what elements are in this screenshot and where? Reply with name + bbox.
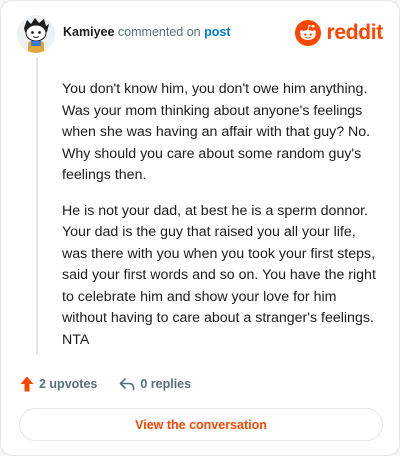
brand-name: reddit [326,21,383,44]
avatar-image [17,15,55,53]
post-link[interactable]: post [204,25,230,39]
thread-line [36,57,38,355]
comment-actions: 2 upvotes 0 replies [20,374,191,394]
comment-body: You don't know him, you don't owe him an… [62,79,384,365]
upvote-button[interactable]: 2 upvotes [20,376,97,392]
replies-button[interactable]: 0 replies [119,377,191,391]
avatar[interactable] [17,15,55,53]
view-conversation-button[interactable]: View the conversation [19,408,383,441]
action-text: commented on [117,25,201,39]
comment-header: Kamiyee commented on post reddit [17,15,383,55]
username-link[interactable]: Kamiyee [63,25,114,39]
reddit-logo-icon [295,20,322,46]
comment-meta: Kamiyee commented on post [63,25,230,39]
comment-card: Kamiyee commented on post reddit You don… [0,0,400,456]
comment-paragraph: You don't know him, you don't owe him an… [62,81,371,183]
reply-icon [120,378,135,391]
upvote-arrow-icon [20,376,34,392]
reddit-brand[interactable]: reddit [295,19,383,47]
upvotes-count: 2 upvotes [39,377,98,391]
comment-paragraph: He is not your dad, at best he is a sper… [62,202,376,348]
replies-count: 0 replies [140,377,192,391]
